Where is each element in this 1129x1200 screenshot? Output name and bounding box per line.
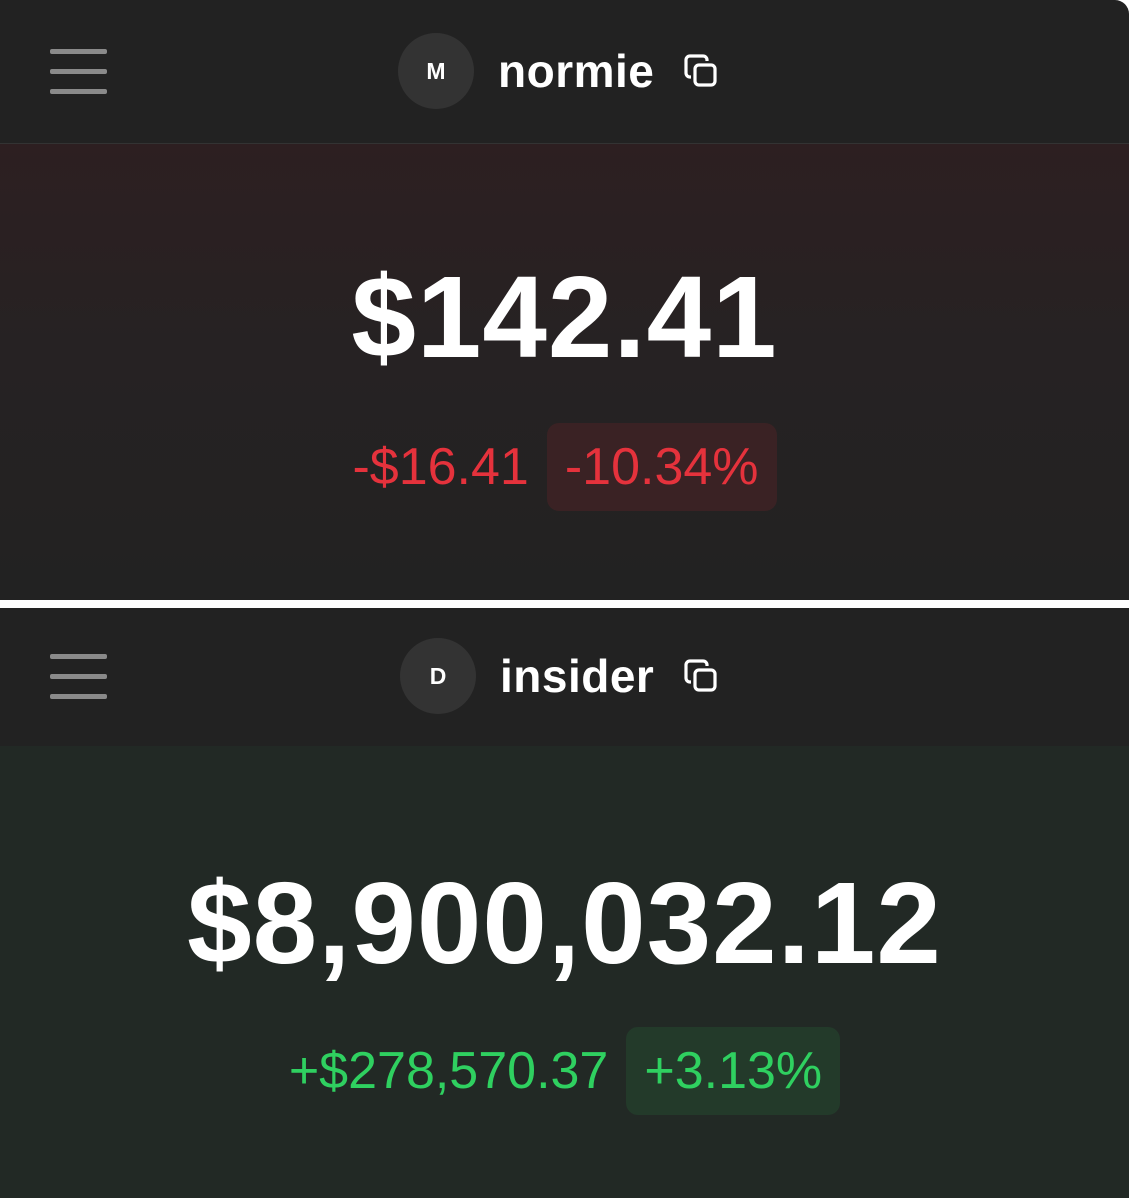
wallet-card-normie: M normie $142.41 -$16.41 -10.34% xyxy=(0,0,1129,600)
avatar: M xyxy=(398,33,474,109)
copy-icon[interactable] xyxy=(680,655,722,697)
change-percent-badge: +3.13% xyxy=(626,1027,841,1115)
change-percent-badge: -10.34% xyxy=(546,423,777,511)
wallet-header: M normie xyxy=(0,0,1129,144)
username-label: insider xyxy=(500,650,655,702)
avatar: D xyxy=(400,638,476,714)
total-balance: $142.41 xyxy=(351,252,778,382)
balance-change: -$16.41 -10.34% xyxy=(0,423,1129,511)
account-switcher[interactable]: D insider xyxy=(400,638,722,714)
balance-section: $142.41 -$16.41 -10.34% xyxy=(0,144,1129,600)
wallet-header: D insider xyxy=(0,608,1129,746)
hamburger-menu-icon[interactable] xyxy=(50,49,107,95)
change-amount: -$16.41 xyxy=(352,438,529,496)
total-balance: $8,900,032.12 xyxy=(187,858,942,988)
account-switcher[interactable]: M normie xyxy=(398,33,722,109)
username-label: normie xyxy=(498,45,655,97)
balance-section: $8,900,032.12 +$278,570.37 +3.13% xyxy=(0,746,1129,1198)
change-amount: +$278,570.37 xyxy=(288,1042,609,1100)
wallet-card-insider: D insider $8,900,032.12 +$278,570.37 +3.… xyxy=(0,608,1129,1198)
copy-icon[interactable] xyxy=(680,50,722,92)
hamburger-menu-icon[interactable] xyxy=(50,654,107,700)
balance-change: +$278,570.37 +3.13% xyxy=(0,1027,1129,1115)
